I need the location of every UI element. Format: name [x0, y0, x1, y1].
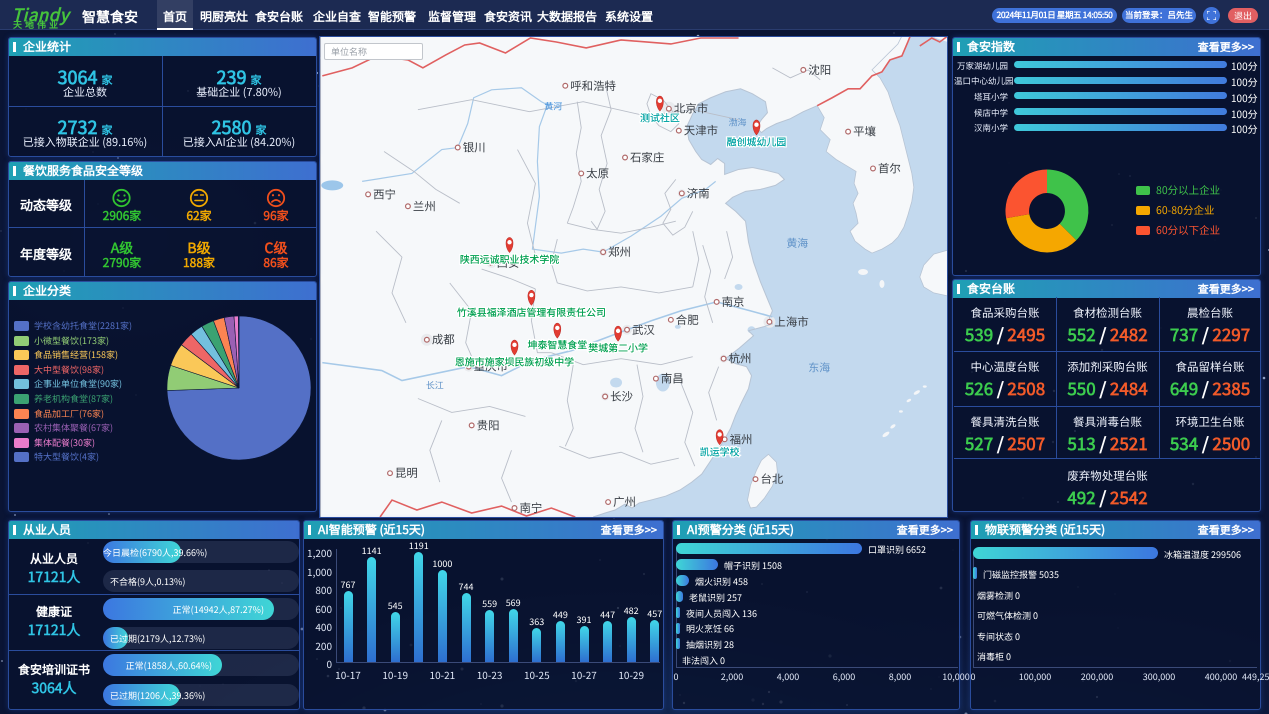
svg-text:长沙: 长沙 [610, 388, 633, 404]
svg-text:银川: 银川 [463, 140, 486, 156]
svg-text:成都: 成都 [432, 332, 455, 348]
svg-text:陕西远诚职业技术学院: 陕西远诚职业技术学院 [460, 251, 559, 266]
svg-text:坤泰智慧食堂: 坤泰智慧食堂 [527, 337, 587, 352]
svg-text:南京: 南京 [722, 294, 745, 310]
svg-text:黄海: 黄海 [786, 235, 808, 251]
svg-text:竹溪县福泽酒店管理有限责任公司: 竹溪县福泽酒店管理有限责任公司 [457, 304, 606, 319]
svg-text:合肥: 合肥 [676, 312, 699, 328]
svg-text:兰州: 兰州 [413, 198, 436, 214]
svg-text:济南: 济南 [687, 185, 710, 201]
svg-text:郑州: 郑州 [608, 244, 631, 260]
svg-text:恩施市施家坝民族初级中学: 恩施市施家坝民族初级中学 [455, 354, 574, 369]
svg-text:昆明: 昆明 [395, 465, 418, 481]
svg-text:东海: 东海 [808, 360, 830, 376]
svg-text:广州: 广州 [613, 494, 636, 510]
svg-text:测试社区: 测试社区 [640, 110, 680, 125]
svg-text:呼和浩特: 呼和浩特 [570, 78, 616, 94]
svg-text:长江: 长江 [426, 379, 444, 392]
svg-text:天津市: 天津市 [684, 123, 718, 139]
svg-text:石家庄: 石家庄 [630, 149, 664, 165]
svg-text:樊城第二小学: 樊城第二小学 [588, 340, 648, 355]
svg-text:渤海: 渤海 [729, 116, 747, 129]
svg-text:上海市: 上海市 [774, 314, 808, 330]
svg-text:融创城幼儿园: 融创城幼儿园 [727, 134, 787, 149]
svg-text:杭州: 杭州 [729, 351, 752, 367]
svg-text:凯运学校: 凯运学校 [700, 443, 740, 458]
svg-text:台北: 台北 [760, 471, 783, 487]
svg-text:南昌: 南昌 [661, 371, 684, 387]
svg-text:贵阳: 贵阳 [477, 417, 500, 433]
svg-text:南宁: 南宁 [519, 500, 542, 516]
svg-text:黄河: 黄河 [544, 100, 562, 113]
svg-text:太原: 太原 [586, 165, 609, 181]
svg-text:武汉: 武汉 [632, 322, 655, 338]
svg-text:首尔: 首尔 [878, 160, 901, 176]
svg-text:平壤: 平壤 [853, 124, 876, 140]
svg-text:西宁: 西宁 [373, 186, 396, 202]
svg-text:沈阳: 沈阳 [808, 62, 831, 78]
